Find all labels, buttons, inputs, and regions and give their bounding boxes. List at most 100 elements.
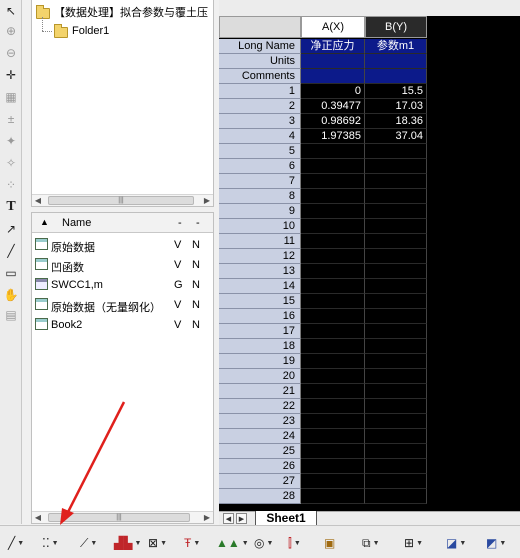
- data-cell[interactable]: 1.97385: [301, 129, 365, 144]
- zoom-in-icon[interactable]: ⊕: [2, 22, 20, 40]
- sort-arrow-icon[interactable]: ▲: [40, 217, 49, 227]
- row-number[interactable]: 3: [219, 114, 301, 129]
- scale-icon[interactable]: ▦: [2, 88, 20, 106]
- data-cell[interactable]: [365, 444, 427, 459]
- draw-data-icon[interactable]: ▤: [2, 306, 20, 324]
- data-cell[interactable]: [365, 384, 427, 399]
- row-number[interactable]: 18: [219, 339, 301, 354]
- screen-reader-icon[interactable]: ✦: [2, 132, 20, 150]
- data-cell[interactable]: [301, 324, 365, 339]
- column-name-header[interactable]: Name: [62, 217, 91, 229]
- row-number[interactable]: 21: [219, 384, 301, 399]
- file-list-item[interactable]: 原始数据 V N: [32, 235, 213, 255]
- data-cell[interactable]: [301, 459, 365, 474]
- export-icon[interactable]: ◪ ▼: [446, 535, 466, 551]
- data-cell[interactable]: [301, 444, 365, 459]
- error-bar-plot-icon[interactable]: Ŧ ▼: [184, 535, 200, 551]
- data-cell[interactable]: [365, 339, 427, 354]
- area-plot-icon[interactable]: ▲▲ ▼: [216, 535, 249, 551]
- pointer-icon[interactable]: ↖: [2, 2, 20, 20]
- data-cell[interactable]: [365, 204, 427, 219]
- meta-row-label[interactable]: Long Name: [219, 39, 301, 54]
- data-cell[interactable]: [365, 249, 427, 264]
- row-number[interactable]: 6: [219, 159, 301, 174]
- file-list-item[interactable]: SWCC1,m G N: [32, 275, 213, 295]
- data-cell[interactable]: [301, 339, 365, 354]
- data-cell[interactable]: [365, 264, 427, 279]
- scroll-right-icon[interactable]: ▶: [201, 512, 213, 523]
- data-cell[interactable]: [365, 174, 427, 189]
- row-number[interactable]: 1: [219, 84, 301, 99]
- layer-icon[interactable]: ⧉ ▼: [362, 535, 380, 551]
- data-cell[interactable]: [301, 474, 365, 489]
- row-number[interactable]: 23: [219, 414, 301, 429]
- data-cell[interactable]: [365, 279, 427, 294]
- data-cell[interactable]: 17.03: [365, 99, 427, 114]
- row-number[interactable]: 5: [219, 144, 301, 159]
- polar-plot-icon[interactable]: ◎ ▼: [254, 535, 273, 551]
- data-cell[interactable]: 0: [301, 84, 365, 99]
- worksheet-corner[interactable]: [219, 16, 301, 38]
- graph-tool-icon[interactable]: ◩ ▼: [486, 535, 506, 551]
- prev-sheet-icon[interactable]: ◀: [223, 513, 234, 524]
- meta-cell[interactable]: 净正应力: [301, 39, 365, 54]
- row-number[interactable]: 4: [219, 129, 301, 144]
- data-cell[interactable]: [301, 189, 365, 204]
- data-cell[interactable]: [365, 414, 427, 429]
- column-extra-header[interactable]: -: [196, 217, 200, 229]
- mask-icon[interactable]: ✧: [2, 154, 20, 172]
- data-cell[interactable]: [301, 249, 365, 264]
- row-number[interactable]: 10: [219, 219, 301, 234]
- row-number[interactable]: 11: [219, 234, 301, 249]
- data-cell[interactable]: [301, 279, 365, 294]
- data-cell[interactable]: [301, 144, 365, 159]
- scatter-plot-icon[interactable]: ⁚⁚ ▼: [42, 535, 59, 551]
- scroll-left-icon[interactable]: ◀: [32, 512, 44, 523]
- data-cell[interactable]: 15.5: [365, 84, 427, 99]
- rectangle-tool-icon[interactable]: ▭: [2, 264, 20, 282]
- row-number[interactable]: 12: [219, 249, 301, 264]
- data-cell[interactable]: [365, 144, 427, 159]
- column-extra-header[interactable]: -: [178, 217, 182, 229]
- data-cell[interactable]: [301, 399, 365, 414]
- data-cell[interactable]: [365, 399, 427, 414]
- meta-cell[interactable]: [365, 69, 427, 84]
- data-cell[interactable]: 0.39477: [301, 99, 365, 114]
- plot-3d-icon[interactable]: ⊠ ▼: [148, 535, 167, 551]
- data-cell[interactable]: 18.36: [365, 114, 427, 129]
- data-cell[interactable]: [365, 429, 427, 444]
- row-number[interactable]: 2: [219, 99, 301, 114]
- file-list-item[interactable]: 原始数据（无量纲化） V N: [32, 295, 213, 315]
- data-cell[interactable]: [301, 429, 365, 444]
- data-cell[interactable]: [301, 294, 365, 309]
- data-reader-icon[interactable]: ±: [2, 110, 20, 128]
- data-cell[interactable]: [301, 489, 365, 504]
- data-cell[interactable]: [301, 204, 365, 219]
- column-header-a[interactable]: A(X): [301, 16, 365, 38]
- data-cell[interactable]: [301, 264, 365, 279]
- template-icon[interactable]: ▣: [324, 535, 335, 551]
- data-cell[interactable]: 0.98692: [301, 114, 365, 129]
- scroll-right-icon[interactable]: ▶: [201, 195, 213, 206]
- data-cell[interactable]: [301, 369, 365, 384]
- row-number[interactable]: 26: [219, 459, 301, 474]
- hand-icon[interactable]: ✋: [2, 286, 20, 304]
- data-cell[interactable]: [365, 294, 427, 309]
- row-number[interactable]: 22: [219, 399, 301, 414]
- tree-root-item[interactable]: 【数据处理】拟合参数与覆土压: [36, 4, 208, 20]
- data-cell[interactable]: [301, 414, 365, 429]
- tree-horizontal-scrollbar[interactable]: ◀ ||| ▶: [32, 194, 213, 206]
- scroll-left-icon[interactable]: ◀: [32, 195, 44, 206]
- line-plot-icon[interactable]: ╱ ▼: [8, 535, 24, 551]
- row-number[interactable]: 20: [219, 369, 301, 384]
- row-number[interactable]: 28: [219, 489, 301, 504]
- data-cell[interactable]: [365, 309, 427, 324]
- data-cell[interactable]: [301, 384, 365, 399]
- data-cell[interactable]: [301, 174, 365, 189]
- row-number[interactable]: 16: [219, 309, 301, 324]
- data-cell[interactable]: [301, 354, 365, 369]
- merge-icon[interactable]: ⊞ ▼: [404, 535, 423, 551]
- data-cell[interactable]: [365, 159, 427, 174]
- data-cell[interactable]: [301, 234, 365, 249]
- data-cell[interactable]: [365, 369, 427, 384]
